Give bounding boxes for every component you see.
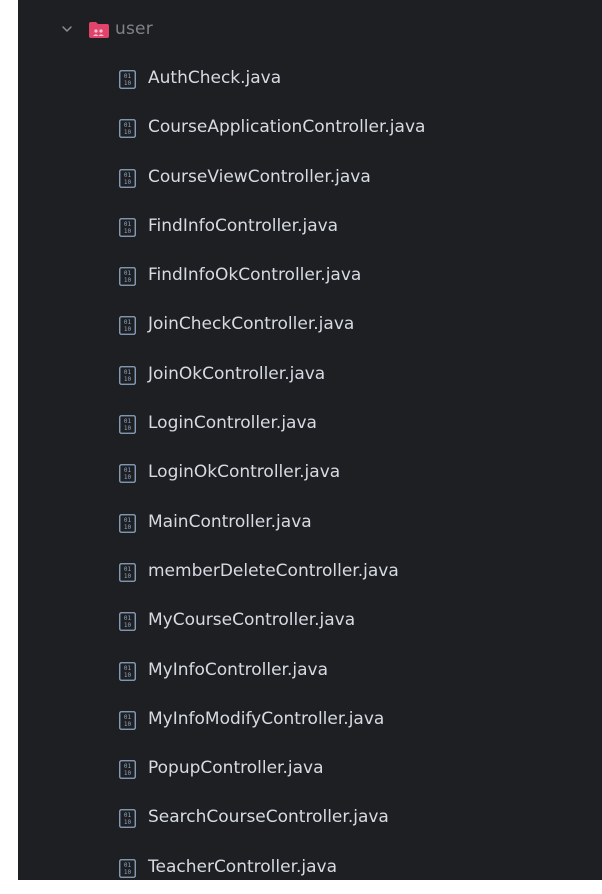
file-list: 01 10 AuthCheck.java 01 10 CourseApplicationC… (18, 56, 602, 894)
svg-text:01: 01 (124, 270, 132, 277)
file-name: JoinCheckController.java (148, 314, 355, 335)
file-name: CourseApplicationController.java (148, 117, 426, 138)
java-class-file-icon: 0110 (119, 217, 136, 237)
svg-text:01: 01 (124, 467, 132, 474)
file-item[interactable]: 01 10 LoginOkController.java (18, 450, 602, 499)
svg-text:10: 10 (124, 228, 132, 235)
svg-text:10: 10 (124, 622, 132, 629)
file-name: CourseViewController.java (148, 166, 371, 187)
svg-text:01: 01 (124, 812, 132, 819)
svg-text:10: 10 (124, 869, 132, 876)
file-name: FindInfoOkController.java (148, 265, 362, 286)
svg-text:10: 10 (124, 425, 132, 432)
file-name: MyCourseController.java (148, 610, 356, 631)
file-name: MyInfoModifyController.java (148, 708, 385, 729)
java-class-file-icon: 0110 (119, 267, 136, 287)
svg-text:10: 10 (124, 326, 132, 333)
svg-text:10: 10 (124, 179, 132, 186)
svg-text:01: 01 (124, 122, 132, 129)
svg-text:01: 01 (124, 517, 132, 524)
svg-text:01: 01 (124, 862, 132, 869)
svg-text:01: 01 (124, 221, 132, 228)
svg-text:10: 10 (124, 524, 132, 531)
java-class-file-icon: 0110 (119, 612, 136, 632)
java-class-file-icon: 0110 (119, 70, 136, 89)
svg-text:01: 01 (124, 172, 132, 179)
java-class-file-icon: 0110 (119, 809, 136, 829)
file-item[interactable]: 01 10 PopupController.java (18, 746, 602, 795)
file-name: AuthCheck.java (148, 68, 282, 88)
file-item[interactable]: 01 10 MyInfoModifyController.java (18, 697, 602, 746)
svg-text:10: 10 (124, 770, 132, 777)
project-tree-panel: user 01 10 AuthCheck.java 01 10 CourseApplica… (18, 0, 602, 880)
file-item[interactable]: 01 10 LoginController.java (18, 401, 602, 450)
file-item[interactable]: 01 10 AuthCheck.java (18, 56, 602, 105)
folder-label: user (115, 19, 153, 39)
java-class-file-icon: 0110 (119, 119, 136, 139)
file-name: LoginController.java (148, 413, 317, 434)
java-class-file-icon: 0110 (119, 513, 136, 533)
java-class-file-icon: 0110 (119, 365, 136, 385)
file-item[interactable]: 01 10 FindInfoOkController.java (18, 253, 602, 302)
file-name: SearchCourseController.java (148, 807, 389, 828)
file-item[interactable]: 01 10 CourseApplicationController.java (18, 105, 602, 154)
file-item[interactable]: 01 10 FindInfoController.java (18, 204, 602, 253)
java-class-file-icon: 0110 (119, 464, 136, 484)
file-name: TeacherController.java (148, 856, 338, 877)
svg-text:10: 10 (124, 819, 132, 826)
file-name: PopupController.java (148, 758, 324, 779)
file-item[interactable]: 01 10 CourseViewController.java (18, 155, 602, 204)
svg-text:01: 01 (124, 714, 132, 721)
svg-text:01: 01 (124, 319, 132, 326)
svg-text:10: 10 (124, 129, 132, 136)
file-name: MainController.java (148, 511, 312, 532)
svg-text:01: 01 (124, 418, 132, 425)
svg-text:01: 01 (124, 73, 132, 80)
java-class-file-icon: 0110 (119, 316, 136, 336)
file-item[interactable]: 01 10 memberDeleteController.java (18, 549, 602, 598)
java-class-file-icon: 0110 (119, 760, 136, 780)
file-item[interactable]: 01 10 JoinCheckController.java (18, 302, 602, 351)
java-class-file-icon: 0110 (119, 563, 136, 582)
chevron-down-icon[interactable] (60, 22, 74, 36)
file-item[interactable]: 01 10 MainController.java (18, 500, 602, 549)
file-name: LoginOkController.java (148, 462, 341, 483)
svg-text:01: 01 (124, 665, 132, 672)
file-name: memberDeleteController.java (148, 560, 399, 581)
svg-text:10: 10 (124, 376, 132, 383)
java-class-file-icon: 0110 (119, 661, 136, 681)
svg-text:01: 01 (124, 369, 132, 376)
file-item[interactable]: 01 10 SearchCourseController.java (18, 795, 602, 844)
file-name: FindInfoController.java (148, 215, 339, 236)
svg-text:01: 01 (124, 615, 132, 622)
java-class-file-icon: 0110 (119, 168, 136, 188)
svg-text:10: 10 (124, 672, 132, 679)
file-item[interactable]: 01 10 TeacherController.java (18, 845, 602, 894)
svg-text:10: 10 (124, 474, 132, 481)
java-class-file-icon: 0110 (119, 710, 136, 730)
svg-text:10: 10 (124, 721, 132, 728)
package-folder-icon (89, 22, 109, 38)
file-name: MyInfoController.java (148, 659, 328, 680)
svg-text:01: 01 (124, 763, 132, 770)
svg-text:01: 01 (124, 566, 132, 573)
file-name: JoinOkController.java (148, 363, 326, 384)
svg-text:10: 10 (124, 80, 132, 87)
svg-text:10: 10 (124, 573, 132, 580)
java-class-file-icon: 0110 (119, 858, 136, 878)
file-item[interactable]: 01 10 MyCourseController.java (18, 598, 602, 647)
java-class-file-icon: 0110 (119, 415, 136, 434)
file-item[interactable]: 01 10 MyInfoController.java (18, 648, 602, 697)
file-item[interactable]: 01 10 JoinOkController.java (18, 352, 602, 401)
folder-row-user[interactable]: user (18, 8, 602, 52)
svg-text:10: 10 (124, 277, 132, 284)
